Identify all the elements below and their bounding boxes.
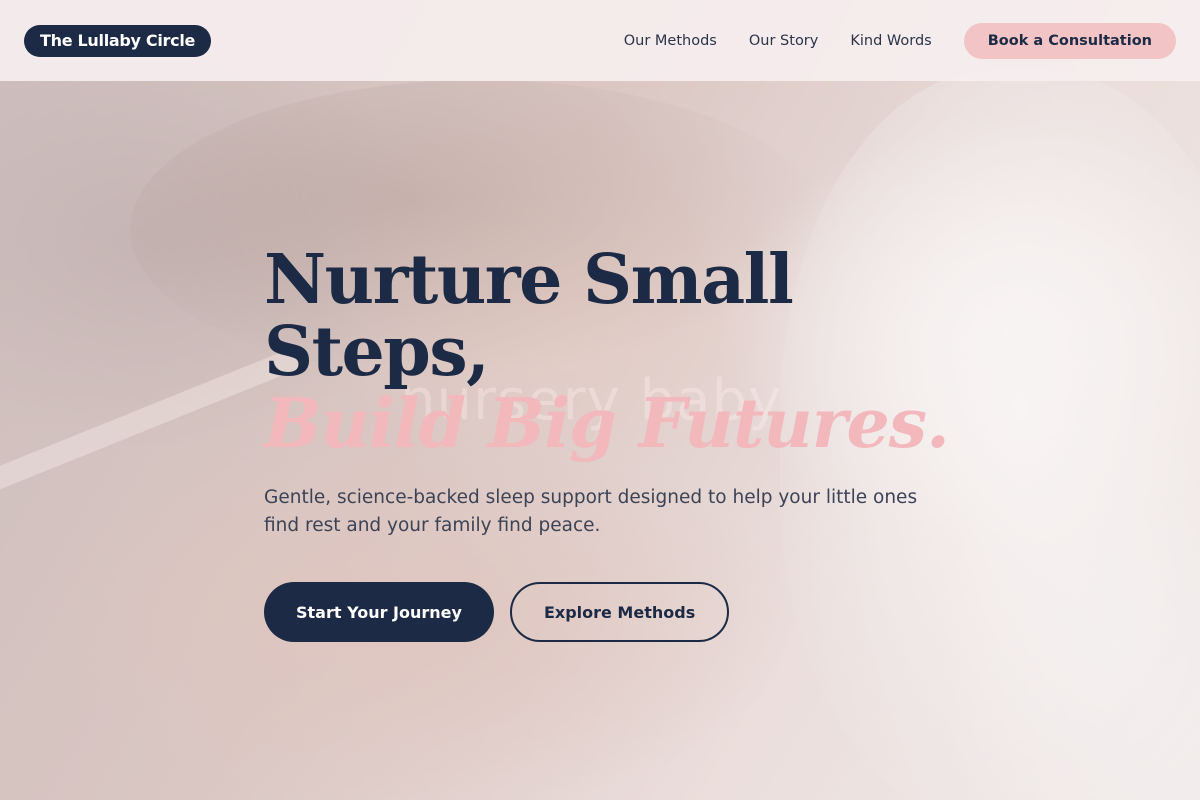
nav-link-our-methods[interactable]: Our Methods: [624, 33, 717, 49]
book-consultation-button[interactable]: Book a Consultation: [963, 22, 1176, 59]
explore-methods-button[interactable]: Explore Methods: [509, 582, 730, 642]
headline-accent: Build Big Futures.: [264, 384, 950, 464]
nav-link-kind-words[interactable]: Kind Words: [850, 33, 931, 49]
hero-headline: Nurture Small Steps, Build Big Futures.: [264, 244, 984, 460]
hero-content: Nurture Small Steps, Build Big Futures. …: [264, 244, 984, 642]
site-header: The Lullaby Circle Our Methods Our Story…: [0, 0, 1200, 81]
start-journey-button[interactable]: Start Your Journey: [264, 582, 494, 642]
hero-buttons: Start Your Journey Explore Methods: [264, 582, 984, 642]
hero-subtitle: Gentle, science-backed sleep support des…: [264, 487, 918, 536]
nav-link-our-story[interactable]: Our Story: [749, 33, 818, 49]
headline-line-2: Steps,: [264, 312, 490, 392]
main-nav: Our Methods Our Story Kind Words Book a …: [592, 22, 1176, 59]
brand-logo[interactable]: The Lullaby Circle: [24, 24, 212, 57]
headline-line-1: Nurture Small: [264, 240, 794, 320]
